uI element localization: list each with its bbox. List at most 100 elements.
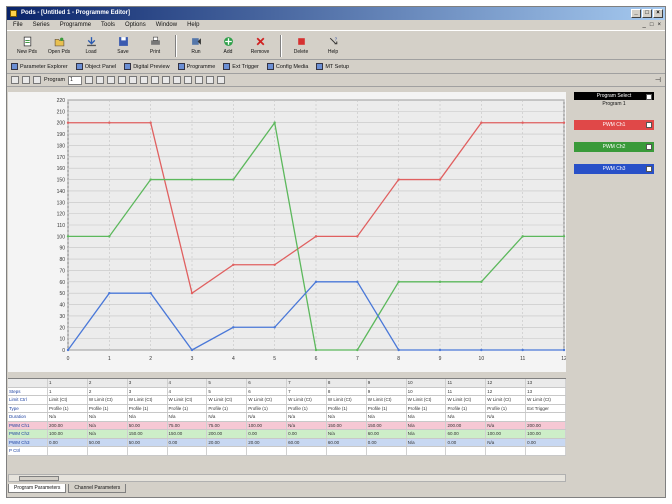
grid-cell[interactable]: N/a	[327, 413, 367, 421]
horizontal-scrollbar[interactable]	[8, 474, 566, 482]
delete-step-icon[interactable]	[140, 76, 149, 84]
grid-cell[interactable]: N/a	[287, 421, 327, 429]
grid-cell[interactable]: 100.00	[526, 430, 566, 438]
move-down-icon[interactable]	[162, 76, 171, 84]
data-point[interactable]	[273, 326, 276, 329]
grid-cell[interactable]: 1	[48, 387, 88, 395]
grid-cell[interactable]: W Limit (Ct)	[446, 396, 487, 404]
tab-channel-parameters[interactable]: Channel Parameters	[68, 484, 127, 493]
grid-cell[interactable]: 100.00	[48, 430, 88, 438]
load-button[interactable]: Load	[75, 31, 107, 59]
grid-cell[interactable]	[287, 447, 327, 455]
data-point[interactable]	[66, 121, 70, 124]
maximize-button[interactable]: □	[642, 9, 652, 18]
data-point[interactable]	[356, 348, 359, 352]
data-point[interactable]	[66, 235, 70, 238]
menu-series[interactable]: Series	[33, 20, 50, 30]
first-step-icon[interactable]	[85, 76, 94, 84]
grid-cell[interactable]: 3	[128, 387, 168, 395]
grid-cell[interactable]: 50.00	[128, 438, 168, 446]
grid-cell[interactable]: 60.00	[367, 430, 407, 438]
grid-cell[interactable]: N/a	[88, 430, 128, 438]
grid-cell[interactable]: W Limit (Ct)	[128, 396, 168, 404]
grid-cell[interactable]: N/a	[207, 413, 248, 421]
close-button[interactable]: ×	[653, 9, 663, 18]
config-media-button[interactable]: Config Media	[266, 63, 308, 70]
grid-column-header[interactable]: 12	[486, 379, 527, 387]
grid-column-header[interactable]: 8	[326, 379, 367, 387]
grid-cell[interactable]: Profile (1)	[486, 404, 527, 412]
chart-icon[interactable]	[206, 76, 215, 84]
grid-column-header[interactable]: 9	[366, 379, 407, 387]
grid-cell[interactable]	[367, 447, 407, 455]
grid-cell[interactable]: 2	[88, 387, 128, 395]
grid-cell[interactable]: W Limit (Ct)	[327, 396, 367, 404]
grid-cell[interactable]: Profile (1)	[407, 404, 447, 412]
object-panel-button[interactable]: Object Panel	[75, 63, 116, 70]
data-point[interactable]	[108, 235, 111, 238]
grid-cell[interactable]	[207, 447, 248, 455]
step-grid[interactable]: 1 2 3 4 5 6 7 8 9 10 11 12 13 Steps 1 2 3 4 5 6 7 8 9 10 11 12 13 L…	[8, 378, 566, 456]
grid-cell[interactable]: N/a	[88, 413, 128, 421]
grid-cell[interactable]: W Limit (Ct)	[287, 396, 327, 404]
grid-cell[interactable]: 0.00	[247, 430, 288, 438]
menu-tools[interactable]: Tools	[101, 20, 115, 30]
grid-cell[interactable]: N/a	[486, 413, 527, 421]
prev-step-icon[interactable]	[96, 76, 105, 84]
data-point[interactable]	[190, 178, 194, 181]
grid-cell[interactable]: N/a	[446, 413, 487, 421]
data-point[interactable]	[397, 178, 400, 181]
grid-cell[interactable]: N/a	[407, 430, 447, 438]
grid-cell[interactable]: 7	[287, 387, 327, 395]
data-point[interactable]	[108, 291, 111, 295]
grid-cell[interactable]: 0.00	[526, 438, 566, 446]
grid-cell[interactable]	[526, 413, 566, 421]
data-point[interactable]	[232, 178, 235, 181]
grid-column-header[interactable]: 6	[247, 379, 288, 387]
grid-column-header[interactable]: 10	[406, 379, 447, 387]
grid-cell[interactable]: 50.00	[128, 421, 168, 429]
grid-cell[interactable]: Profile (1)	[287, 404, 327, 412]
grid-cell[interactable]: 75.00	[207, 421, 248, 429]
data-point[interactable]	[480, 280, 483, 284]
grid-cell[interactable]: N/a	[168, 413, 208, 421]
grid-cell[interactable]: 8	[327, 387, 367, 395]
grid-cell[interactable]: N/a	[247, 413, 288, 421]
grid-cell[interactable]	[128, 447, 168, 455]
grid-cell[interactable]	[526, 447, 566, 455]
grid-cell[interactable]: N/a	[486, 421, 527, 429]
grid-column-header[interactable]: 11	[446, 379, 487, 387]
data-point[interactable]	[480, 121, 483, 124]
menu-programme[interactable]: Programme	[60, 20, 91, 30]
data-point[interactable]	[562, 235, 566, 238]
grid-cell[interactable]: W Limit (Ct)	[88, 396, 128, 404]
grid-cell[interactable]: N/a	[407, 438, 447, 446]
grid-cell[interactable]: 13	[526, 387, 566, 395]
data-point[interactable]	[314, 235, 318, 238]
menu-options[interactable]: Options	[125, 20, 146, 30]
data-point[interactable]	[273, 263, 276, 266]
data-point[interactable]	[480, 348, 483, 352]
programme-button[interactable]: Programme	[177, 63, 215, 70]
export-icon[interactable]	[33, 76, 41, 84]
grid-column-header[interactable]: 2	[87, 379, 128, 387]
data-point[interactable]	[232, 326, 235, 329]
last-step-icon[interactable]	[118, 76, 127, 84]
child-close-button[interactable]: ×	[657, 20, 661, 30]
data-point[interactable]	[66, 348, 70, 352]
move-up-icon[interactable]	[151, 76, 160, 84]
grid-column-header[interactable]: 13	[526, 379, 566, 387]
data-point[interactable]	[438, 348, 442, 352]
menu-file[interactable]: File	[13, 20, 23, 30]
grid-cell[interactable]	[486, 447, 527, 455]
legend-checkbox-ch3[interactable]	[646, 166, 652, 172]
legend-checkbox-ch1[interactable]	[646, 122, 652, 128]
data-point[interactable]	[273, 121, 276, 124]
grid-cell[interactable]: 150.00	[168, 430, 208, 438]
data-point[interactable]	[149, 121, 152, 124]
save-small-icon[interactable]	[22, 76, 30, 84]
grid-cell[interactable]: 200.00	[526, 421, 566, 429]
grid-cell[interactable]: 11	[446, 387, 487, 395]
data-point[interactable]	[314, 280, 318, 284]
grid-cell[interactable]	[88, 447, 128, 455]
